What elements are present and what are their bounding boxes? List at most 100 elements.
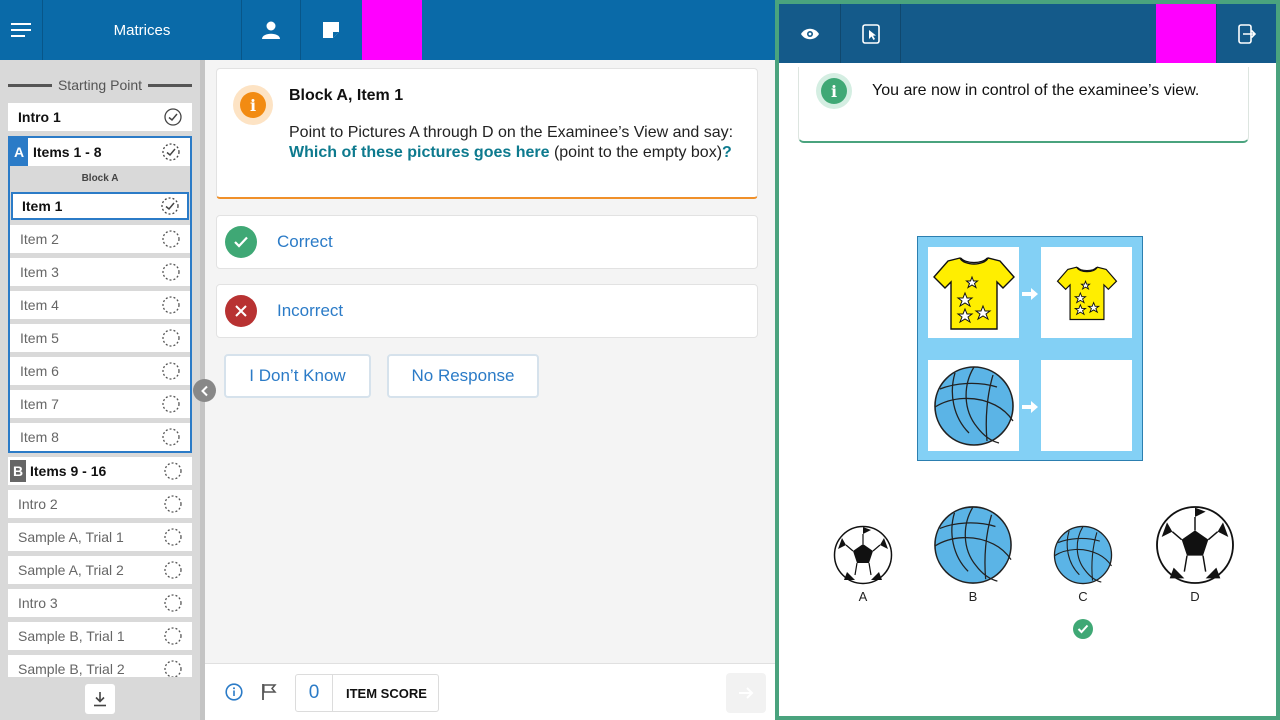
sidebar-item-label: Sample A, Trial 1: [18, 529, 124, 545]
incorrect-label: Incorrect: [277, 301, 344, 320]
sidebar-item-item-4[interactable]: Item 4: [10, 291, 190, 319]
item-title: Block A, Item 1: [289, 87, 404, 104]
sidebar-item-sample-b-trial-1[interactable]: Sample B, Trial 1: [8, 622, 192, 650]
exit-control-button[interactable]: [1216, 4, 1276, 63]
examinee-view-panel: i You are now in control of the examinee…: [775, 0, 1280, 720]
selected-check-icon: [1073, 619, 1093, 639]
main-panel: i Block A, Item 1 Point to Pictures A th…: [205, 60, 775, 720]
flag-icon: [262, 684, 277, 700]
choice-a[interactable]: A: [833, 525, 893, 604]
no-response-button[interactable]: No Response: [387, 354, 539, 398]
dashed-circle-icon: [162, 428, 180, 446]
sidebar: Starting Point Intro 1 A Items 1 - 8 Blo…: [0, 60, 205, 720]
sidebar-item-item-6[interactable]: Item 6: [10, 357, 190, 385]
download-icon: [94, 691, 106, 706]
soccer-ball-image: [833, 525, 893, 585]
correct-button[interactable]: Correct: [216, 215, 758, 269]
sidebar-item-label: Item 6: [20, 363, 59, 379]
arrow-right-icon: [739, 687, 754, 699]
instruction-card: i Block A, Item 1 Point to Pictures A th…: [216, 68, 758, 199]
check-circle-icon: [164, 108, 182, 126]
notes-button[interactable]: [301, 0, 361, 60]
block-a-badge: A: [10, 138, 28, 166]
collapse-sidebar-button[interactable]: [193, 379, 216, 402]
shirt-image: [932, 256, 1015, 330]
flag-button[interactable]: [261, 683, 277, 706]
dont-know-button[interactable]: I Don’t Know: [224, 354, 371, 398]
starting-point-label: Starting Point: [57, 77, 143, 93]
info-outline-icon: [225, 683, 243, 701]
sidebar-item-label: Intro 2: [18, 496, 58, 512]
dashed-circle-icon: [162, 296, 180, 314]
sidebar-item-label: Item 7: [20, 396, 59, 412]
dashed-circle-icon: [164, 495, 182, 513]
partial-check-icon: [162, 143, 180, 161]
examinee-button[interactable]: [242, 0, 301, 60]
app-title: Matrices: [42, 0, 242, 60]
instruction-text-before: Point to Pictures A through D on the Exa…: [289, 124, 734, 141]
small-volleyball-image: [1053, 525, 1113, 585]
examinee-toolbar: [779, 4, 1276, 63]
instruction-question-mark: ?: [722, 144, 732, 161]
dashed-circle-icon: [162, 263, 180, 281]
eye-icon: [800, 28, 819, 39]
note-icon: [323, 22, 339, 38]
sidebar-item-sample-a-trial-2[interactable]: Sample A, Trial 2: [8, 556, 192, 584]
preview-button[interactable]: [779, 4, 841, 63]
sidebar-item-intro-1[interactable]: Intro 1: [8, 103, 192, 131]
check-icon: [225, 226, 257, 258]
volleyball-image: [934, 506, 1012, 584]
person-icon: [262, 21, 280, 39]
choice-d[interactable]: D: [1155, 505, 1235, 604]
small-shirt-image: [1056, 266, 1117, 320]
next-button[interactable]: [726, 673, 766, 713]
choice-b[interactable]: B: [933, 505, 1013, 604]
sidebar-item-item-3[interactable]: Item 3: [10, 258, 190, 286]
sidebar-footer: [0, 677, 200, 720]
sidebar-item-label: Item 5: [20, 330, 59, 346]
matrix-cell-large-volleyball: [928, 360, 1019, 451]
download-button[interactable]: [85, 683, 115, 714]
volleyball-image: [933, 365, 1014, 446]
sidebar-item-sample-a-trial-1[interactable]: Sample A, Trial 1: [8, 523, 192, 551]
sidebar-item-label: Item 4: [20, 297, 59, 313]
menu-button[interactable]: [0, 0, 42, 60]
item-score-value: 0: [296, 675, 333, 711]
instruction-text: Point to Pictures A through D on the Exa…: [289, 123, 739, 163]
dashed-circle-icon: [162, 362, 180, 380]
hamburger-icon: [11, 23, 31, 37]
block-b-header[interactable]: B Items 9 - 16: [8, 457, 192, 485]
choice-c-label: C: [1078, 589, 1088, 604]
choice-d-label: D: [1190, 589, 1200, 604]
sidebar-item-item-1[interactable]: Item 1: [11, 192, 189, 220]
sidebar-item-label: Intro 3: [18, 595, 58, 611]
sidebar-item-label: Sample A, Trial 2: [18, 562, 124, 578]
sidebar-item-item-8[interactable]: Item 8: [10, 423, 190, 451]
matrix-cell-large-shirt: [928, 247, 1019, 338]
choice-c[interactable]: C: [1053, 525, 1113, 604]
close-icon: [225, 295, 257, 327]
sidebar-item-sample-b-trial-2[interactable]: Sample B, Trial 2: [8, 655, 192, 677]
control-button[interactable]: [841, 4, 901, 63]
sidebar-item-item-7[interactable]: Item 7: [10, 390, 190, 418]
block-b-title: Items 9 - 16: [30, 463, 107, 479]
dashed-circle-icon: [164, 528, 182, 546]
instruction-highlight: Which of these pictures goes here: [289, 144, 550, 161]
highlight-marker-right: [1156, 4, 1216, 63]
correct-label: Correct: [277, 232, 333, 251]
sidebar-list[interactable]: Starting Point Intro 1 A Items 1 - 8 Blo…: [0, 60, 200, 677]
top-toolbar: Matrices: [0, 0, 775, 60]
sidebar-item-item-5[interactable]: Item 5: [10, 324, 190, 352]
sidebar-item-intro-3[interactable]: Intro 3: [8, 589, 192, 617]
block-b-badge: B: [10, 460, 26, 482]
block-a-header[interactable]: A Items 1 - 8: [10, 138, 190, 166]
exit-device-icon: [1237, 23, 1256, 44]
large-soccer-ball-image: [1156, 506, 1234, 584]
sidebar-item-item-2[interactable]: Item 2: [10, 225, 190, 253]
dashed-circle-icon: [162, 395, 180, 413]
sidebar-item-intro-2[interactable]: Intro 2: [8, 490, 192, 518]
item-info-button[interactable]: [225, 683, 243, 706]
matrix-puzzle: [917, 236, 1143, 461]
footer-bar: 0 ITEM SCORE: [205, 663, 775, 720]
incorrect-button[interactable]: Incorrect: [216, 284, 758, 338]
